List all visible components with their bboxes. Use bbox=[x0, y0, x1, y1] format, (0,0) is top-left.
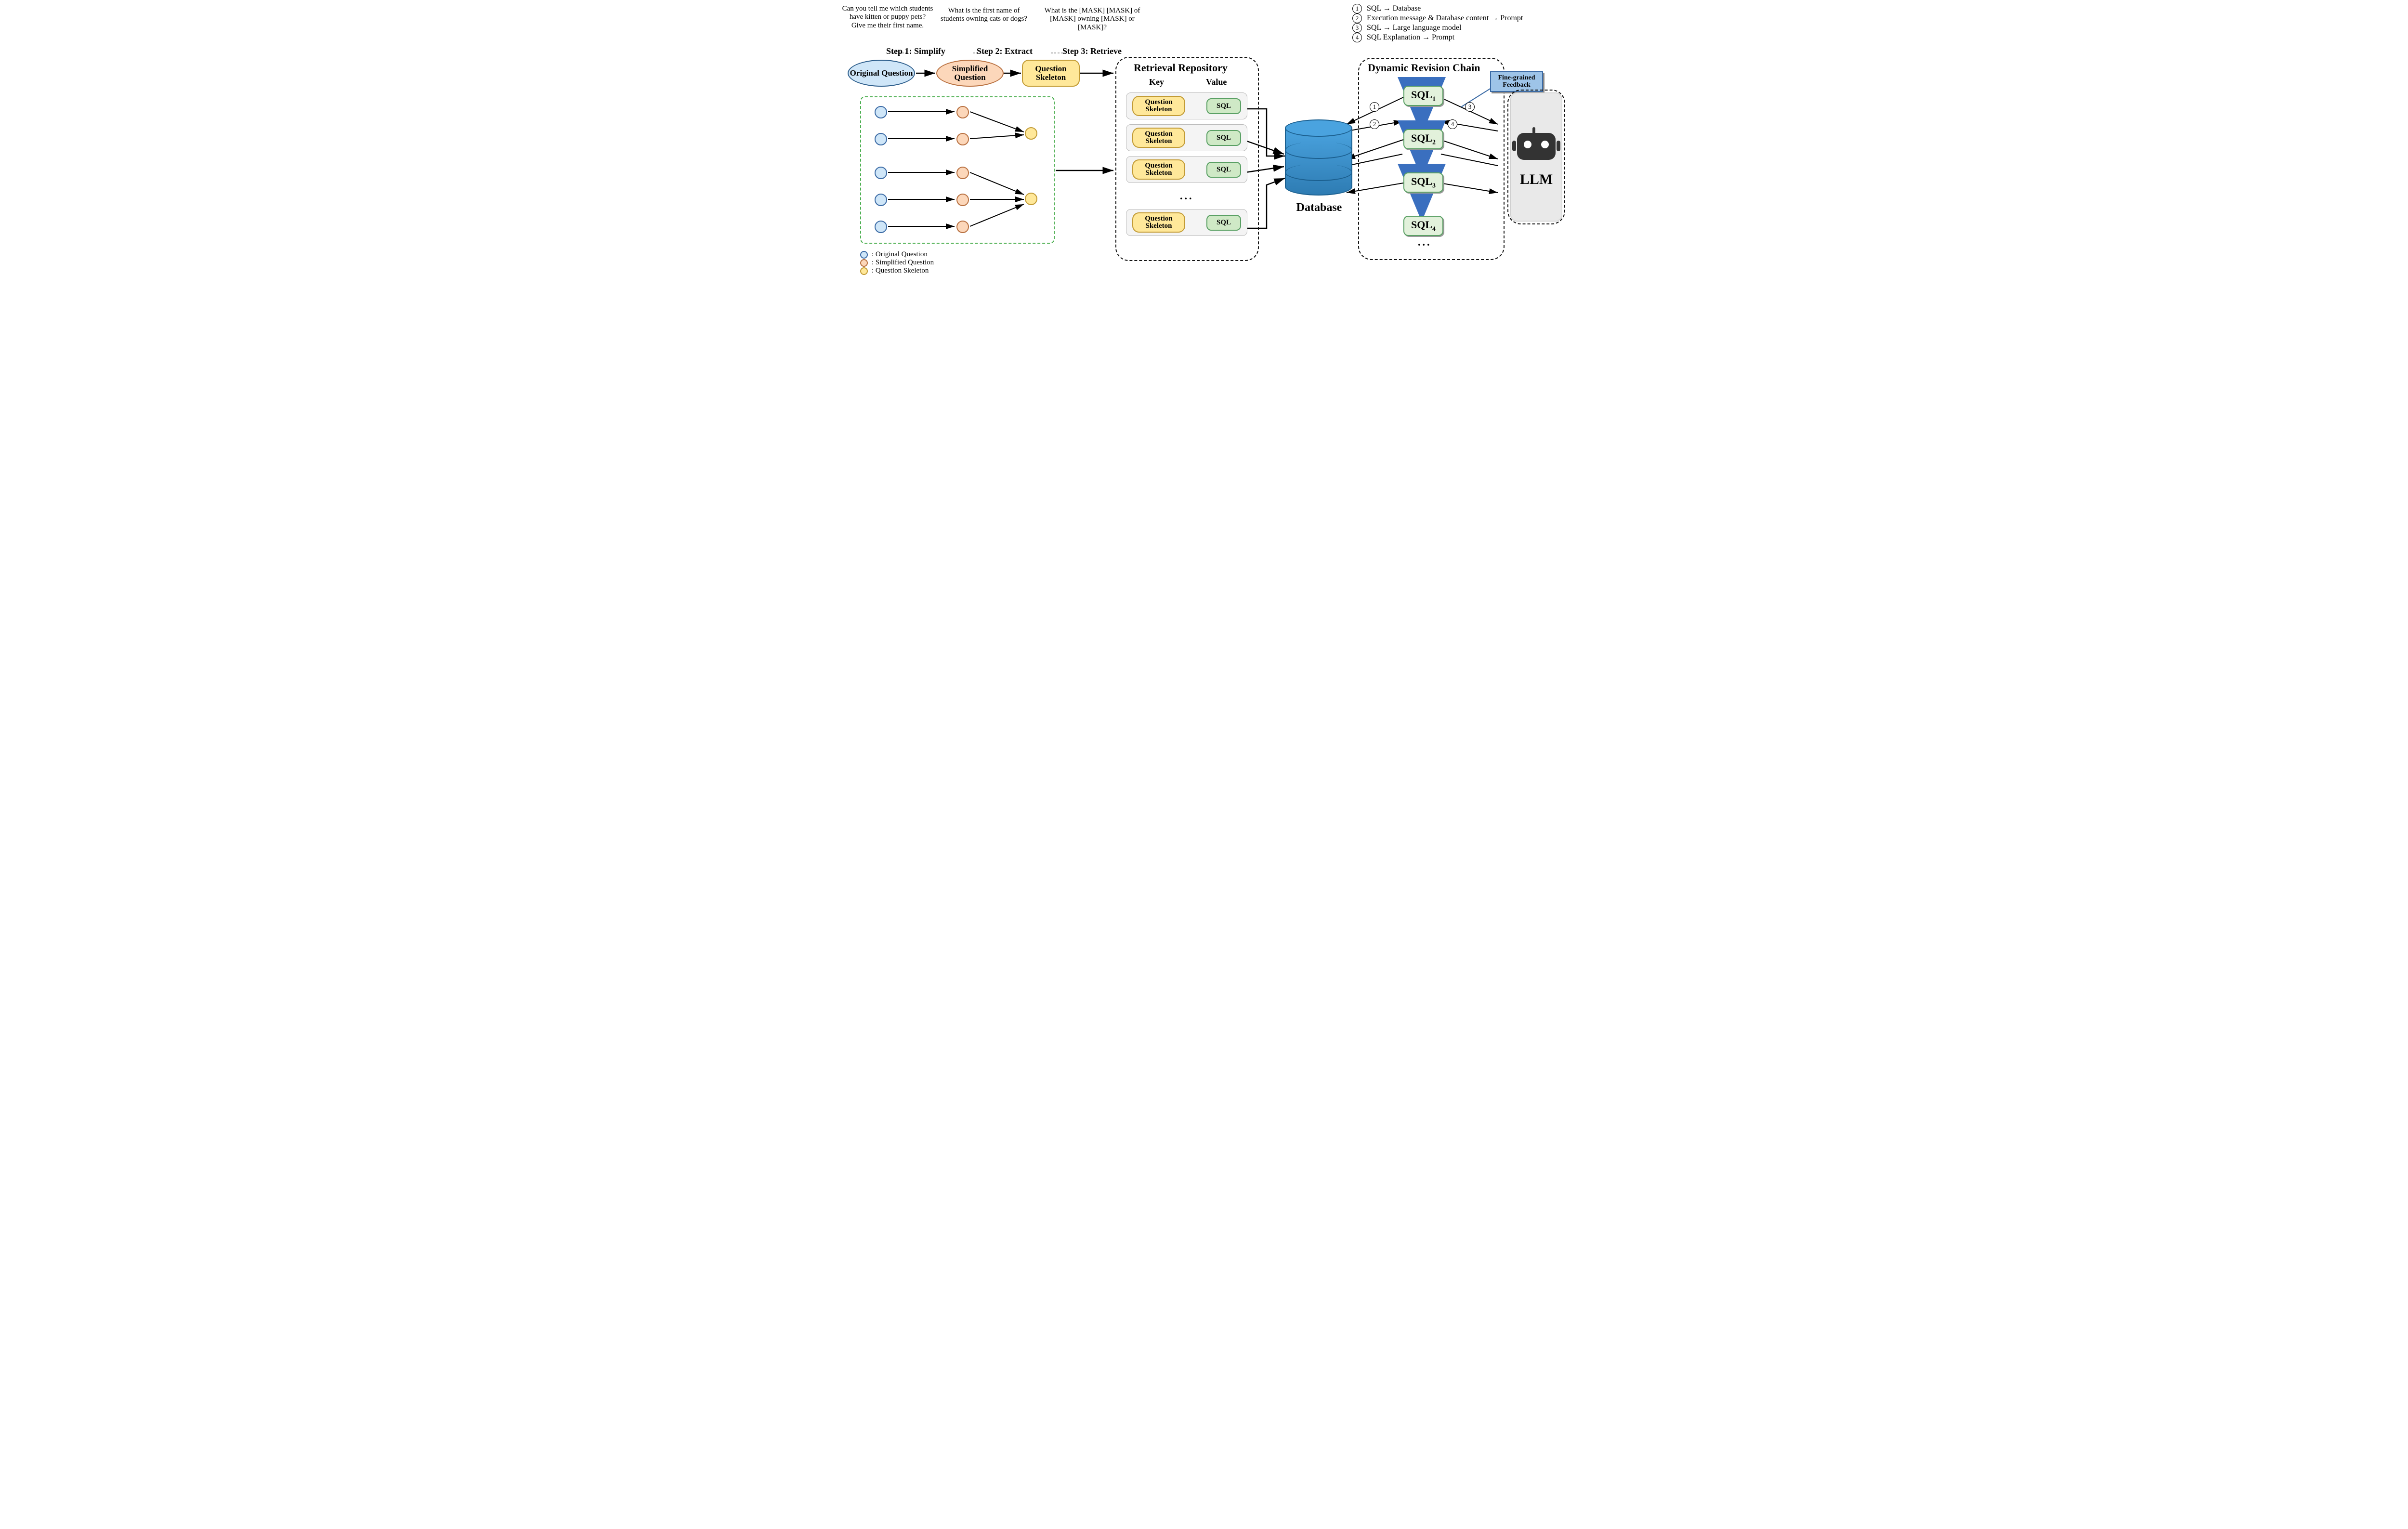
sql1-sub: 1 bbox=[1432, 95, 1436, 103]
sql3-sub: 3 bbox=[1432, 182, 1436, 189]
coll-simplified-dot bbox=[956, 167, 969, 179]
legend: : Original Question : Simplified Questio… bbox=[860, 250, 934, 275]
legend-dot-yellow bbox=[860, 267, 868, 275]
question-skeleton-node-label: Question Skeleton bbox=[1023, 65, 1079, 82]
repo-row-key: Question Skeleton bbox=[1132, 96, 1185, 116]
simplified-question-text: What is the first name of students ownin… bbox=[938, 7, 1030, 24]
repo-row: Question Skeleton SQL bbox=[1126, 92, 1247, 119]
step-legend: 1 SQL → Database 2 Execution message & D… bbox=[1352, 4, 1523, 42]
repo-row-key: Question Skeleton bbox=[1132, 128, 1185, 148]
step-3-label: Step 3: Retrieve bbox=[1062, 46, 1122, 56]
step-legend-row: 4 SQL Explanation → Prompt bbox=[1352, 33, 1523, 42]
circle-number-icon: 2 bbox=[1352, 13, 1362, 23]
coll-simplified-dot bbox=[956, 194, 969, 206]
coll-simplified-dot bbox=[956, 133, 969, 145]
num-circle-1: 1 bbox=[1370, 102, 1379, 112]
step-legend-text: Execution message & Database content → P… bbox=[1367, 14, 1523, 23]
sql-node-1: SQL1 bbox=[1403, 86, 1443, 106]
sl-n3: 3 bbox=[1356, 24, 1359, 32]
repo-row: Question Skeleton SQL bbox=[1126, 156, 1247, 183]
sql4-sub: 4 bbox=[1432, 225, 1436, 233]
repo-row-val: SQL bbox=[1206, 162, 1241, 178]
llm-label: LLM bbox=[1520, 171, 1553, 188]
dynamic-chain-title: Dynamic Revision Chain bbox=[1368, 62, 1480, 74]
sql-node-4: SQL4 bbox=[1403, 216, 1443, 236]
legend-row-skeleton: : Question Skeleton bbox=[860, 267, 934, 275]
step-legend-row: 1 SQL → Database bbox=[1352, 4, 1523, 13]
legend-dot-blue bbox=[860, 251, 868, 259]
coll-simplified-dot bbox=[956, 106, 969, 118]
step-legend-row: 3 SQL → Large language model bbox=[1352, 23, 1523, 33]
step-legend-text: SQL Explanation → Prompt bbox=[1367, 33, 1454, 42]
original-question-node-label: Original Question bbox=[850, 69, 913, 78]
coll-original-dot bbox=[875, 133, 887, 145]
chain-ellipsis: ... bbox=[1418, 236, 1432, 248]
legend-row-simplified: : Simplified Question bbox=[860, 259, 934, 267]
step-1-label: Step 1: Simplify bbox=[886, 46, 945, 56]
step-2-label: Step 2: Extract bbox=[977, 46, 1033, 56]
legend-dot-orange bbox=[860, 259, 868, 267]
coll-original-dot bbox=[875, 221, 887, 233]
repo-row-val: SQL bbox=[1206, 98, 1241, 114]
repo-val-header: Value bbox=[1206, 77, 1227, 87]
num-2: 2 bbox=[1373, 120, 1376, 128]
num-1: 1 bbox=[1373, 103, 1376, 111]
sl-n2: 2 bbox=[1356, 14, 1359, 22]
sql1-label: SQL bbox=[1411, 89, 1432, 101]
circle-number-icon: 4 bbox=[1352, 33, 1362, 42]
step-legend-row: 2 Execution message & Database content →… bbox=[1352, 13, 1523, 23]
database-label: Database bbox=[1288, 201, 1350, 214]
legend-label-skeleton: : Question Skeleton bbox=[872, 267, 929, 275]
repo-row-key: Question Skeleton bbox=[1132, 159, 1185, 180]
repo-row-val: SQL bbox=[1206, 130, 1241, 146]
step-legend-text: SQL → Large language model bbox=[1367, 24, 1461, 32]
robot-icon bbox=[1515, 126, 1558, 164]
sl-n1: 1 bbox=[1356, 5, 1359, 13]
legend-row-original: : Original Question bbox=[860, 250, 934, 259]
database-icon bbox=[1285, 119, 1352, 196]
num-circle-3: 3 bbox=[1465, 102, 1475, 112]
legend-label-original: : Original Question bbox=[872, 250, 928, 259]
original-question-node: Original Question bbox=[848, 60, 915, 87]
legend-label-simplified: : Simplified Question bbox=[872, 259, 934, 267]
skeleton-question-text: What is the [MASK] [MASK] of [MASK] owni… bbox=[1039, 7, 1145, 32]
original-question-text: Can you tell me which students have kitt… bbox=[842, 5, 933, 30]
num-circle-2: 2 bbox=[1370, 119, 1379, 129]
repo-row-val: SQL bbox=[1206, 215, 1241, 231]
coll-skeleton-dot bbox=[1025, 127, 1037, 140]
repo-ellipsis: ... bbox=[1180, 190, 1194, 202]
diagram-canvas: Can you tell me which students have kitt… bbox=[833, 0, 1575, 308]
simplified-question-node-label: Simplified Question bbox=[937, 65, 1003, 82]
llm-box: LLM bbox=[1510, 92, 1562, 222]
coll-original-dot bbox=[875, 106, 887, 118]
simplified-question-node: Simplified Question bbox=[936, 60, 1004, 87]
coll-original-dot bbox=[875, 194, 887, 206]
circle-number-icon: 1 bbox=[1352, 4, 1362, 13]
sql-node-3: SQL3 bbox=[1403, 172, 1443, 193]
repo-row: Question Skeleton SQL bbox=[1126, 124, 1247, 151]
sql-node-2: SQL2 bbox=[1403, 129, 1443, 149]
step-legend-text: SQL → Database bbox=[1367, 4, 1421, 13]
num-circle-4: 4 bbox=[1448, 119, 1457, 129]
question-skeleton-node: Question Skeleton bbox=[1022, 60, 1080, 87]
repo-row: Question Skeleton SQL bbox=[1126, 209, 1247, 236]
sl-n4: 4 bbox=[1356, 34, 1359, 41]
sql2-label: SQL bbox=[1411, 132, 1432, 144]
circle-number-icon: 3 bbox=[1352, 23, 1362, 33]
coll-simplified-dot bbox=[956, 221, 969, 233]
coll-original-dot bbox=[875, 167, 887, 179]
coll-skeleton-dot bbox=[1025, 193, 1037, 205]
num-3: 3 bbox=[1468, 103, 1472, 111]
repo-row-key: Question Skeleton bbox=[1132, 212, 1185, 233]
sql4-label: SQL bbox=[1411, 219, 1432, 231]
feedback-callout: Fine-grained Feedback bbox=[1490, 71, 1543, 92]
repo-key-header: Key bbox=[1149, 77, 1164, 87]
sql3-label: SQL bbox=[1411, 175, 1432, 187]
retrieval-repo-title: Retrieval Repository bbox=[1134, 62, 1228, 74]
sql2-sub: 2 bbox=[1432, 139, 1436, 146]
num-4: 4 bbox=[1451, 120, 1454, 128]
